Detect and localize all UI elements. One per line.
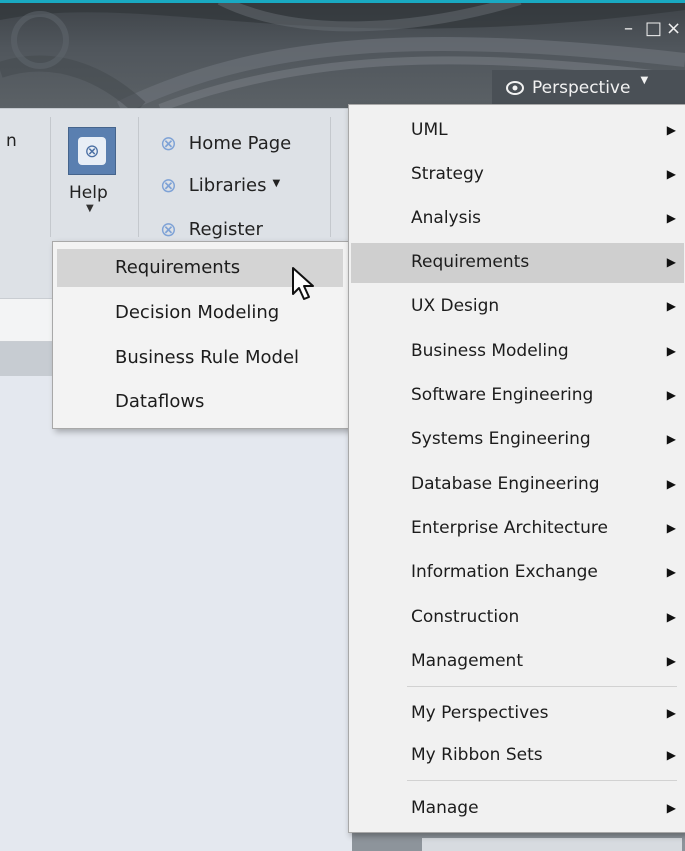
submenu-arrow-icon: ▶ — [666, 565, 676, 579]
close-button[interactable]: × — [666, 20, 681, 38]
ribbon-divider — [330, 117, 331, 237]
bottom-panel-tab[interactable] — [422, 838, 682, 851]
submenu-item-label: Business Rule Model — [115, 347, 300, 368]
menu-item-database-engineering[interactable]: Database Engineering ▶ — [351, 465, 684, 505]
submenu-item-label: Requirements — [115, 257, 241, 278]
menu-item-strategy[interactable]: Strategy ▶ — [351, 155, 684, 195]
submenu-arrow-icon: ▶ — [666, 706, 676, 720]
globe-link-icon: ⊗ — [160, 131, 177, 155]
menu-item-label: Database Engineering — [411, 474, 600, 494]
workspace-area — [0, 376, 352, 851]
submenu-arrow-icon: ▶ — [666, 521, 676, 535]
submenu-item-label: Decision Modeling — [115, 302, 280, 323]
ribbon-divider — [50, 117, 51, 237]
menu-item-label: Management — [411, 651, 523, 671]
menu-separator — [407, 686, 677, 687]
menu-item-label: Requirements — [411, 252, 530, 272]
help-button[interactable]: ⊗ Help ▼ — [66, 127, 122, 214]
perspective-menu: UML ▶ Strategy ▶ Analysis ▶ Requirements… — [348, 104, 685, 833]
submenu-arrow-icon: ▶ — [666, 432, 676, 446]
submenu-arrow-icon: ▶ — [666, 344, 676, 358]
menu-item-analysis[interactable]: Analysis ▶ — [351, 199, 684, 239]
home-page-link[interactable]: ⊗ Home Page — [160, 131, 291, 155]
mouse-pointer-icon — [292, 267, 314, 300]
menu-item-my-perspectives[interactable]: My Perspectives ▶ — [351, 694, 684, 734]
menu-item-requirements[interactable]: Requirements ▶ — [351, 243, 684, 283]
help-book-icon: ⊗ — [68, 127, 116, 175]
menu-item-label: Enterprise Architecture — [411, 518, 608, 538]
globe-link-icon: ⊗ — [160, 217, 177, 241]
submenu-arrow-icon: ▶ — [666, 654, 676, 668]
menu-item-label: Business Modeling — [411, 341, 569, 361]
libraries-dropdown[interactable]: ⊗ Libraries ▼ — [160, 173, 280, 197]
home-page-label: Home Page — [188, 132, 292, 154]
menu-item-label: Information Exchange — [411, 562, 598, 582]
menu-item-manage[interactable]: Manage ▶ — [351, 789, 684, 829]
help-button-label: Help — [69, 183, 108, 203]
menu-item-software-engineering[interactable]: Software Engineering ▶ — [351, 376, 684, 416]
menu-item-ux-design[interactable]: UX Design ▶ — [351, 287, 684, 327]
menu-item-my-ribbon-sets[interactable]: My Ribbon Sets ▶ — [351, 736, 684, 776]
menu-item-uml[interactable]: UML ▶ — [351, 111, 684, 151]
minimize-button[interactable]: – — [624, 20, 633, 38]
libraries-label: Libraries — [188, 174, 267, 196]
menu-item-information-exchange[interactable]: Information Exchange ▶ — [351, 553, 684, 593]
submenu-arrow-icon: ▶ — [666, 255, 676, 269]
submenu-item-business-rule-model[interactable]: Business Rule Model — [57, 339, 343, 377]
menu-item-label: Software Engineering — [411, 385, 594, 405]
submenu-arrow-icon: ▶ — [666, 388, 676, 402]
submenu-arrow-icon: ▶ — [666, 123, 676, 137]
title-bar: – □ × Perspective ▼ — [0, 0, 685, 108]
ribbon-truncated-label: n — [6, 131, 17, 151]
submenu-arrow-icon: ▶ — [666, 748, 676, 762]
menu-separator — [407, 780, 677, 781]
menu-item-management[interactable]: Management ▶ — [351, 642, 684, 682]
menu-item-label: Analysis — [411, 208, 482, 228]
menu-item-enterprise-architecture[interactable]: Enterprise Architecture ▶ — [351, 509, 684, 549]
submenu-arrow-icon: ▶ — [666, 299, 676, 313]
perspective-button[interactable]: Perspective ▼ — [492, 70, 685, 106]
submenu-arrow-icon: ▶ — [666, 211, 676, 225]
eye-icon — [506, 81, 524, 95]
perspective-button-label: Perspective — [532, 78, 631, 98]
menu-item-label: Strategy — [411, 164, 484, 184]
chevron-down-icon: ▼ — [640, 74, 649, 86]
menu-item-label: Construction — [411, 607, 520, 627]
ribbon-divider — [138, 117, 139, 237]
menu-item-label: UX Design — [411, 296, 500, 316]
submenu-arrow-icon: ▶ — [666, 801, 676, 815]
maximize-button[interactable]: □ — [645, 20, 662, 38]
chevron-down-icon: ▼ — [86, 203, 94, 214]
menu-item-construction[interactable]: Construction ▶ — [351, 598, 684, 638]
menu-item-label: UML — [411, 120, 448, 140]
menu-item-systems-engineering[interactable]: Systems Engineering ▶ — [351, 420, 684, 460]
register-link[interactable]: ⊗ Register — [160, 217, 263, 241]
bottom-panel — [352, 832, 685, 851]
submenu-arrow-icon: ▶ — [666, 610, 676, 624]
menu-item-label: My Ribbon Sets — [411, 745, 543, 765]
submenu-arrow-icon: ▶ — [666, 477, 676, 491]
globe-link-icon: ⊗ — [160, 173, 177, 197]
menu-item-label: Manage — [411, 798, 479, 818]
submenu-item-label: Dataflows — [115, 391, 205, 412]
register-label: Register — [188, 218, 263, 240]
menu-item-label: My Perspectives — [411, 703, 549, 723]
submenu-arrow-icon: ▶ — [666, 167, 676, 181]
menu-item-label: Systems Engineering — [411, 429, 591, 449]
chevron-down-icon: ▼ — [272, 177, 281, 189]
submenu-item-dataflows[interactable]: Dataflows — [57, 383, 343, 421]
title-bar-accent-line — [0, 0, 685, 3]
menu-item-business-modeling[interactable]: Business Modeling ▶ — [351, 332, 684, 372]
